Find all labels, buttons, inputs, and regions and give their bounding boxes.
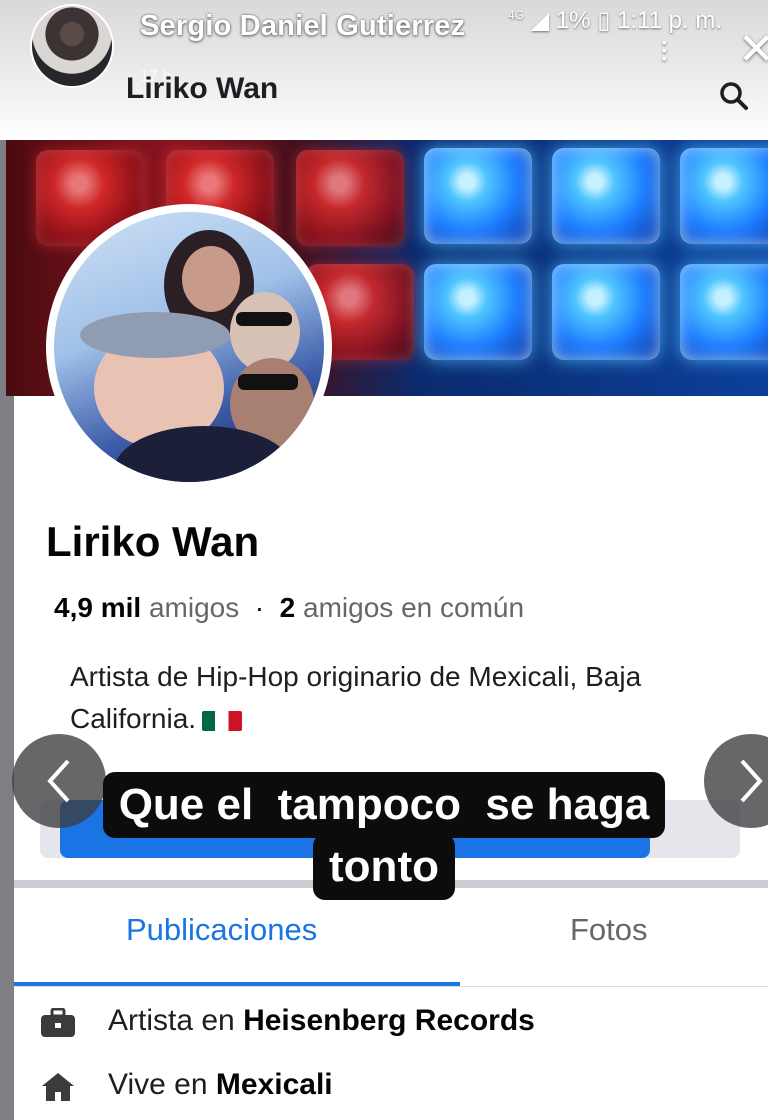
profile-name: Liriko Wan: [46, 518, 260, 565]
profile-photo-image: [54, 212, 324, 482]
detail-location-prefix: Vive en: [108, 1068, 208, 1101]
briefcase-icon: [41, 1008, 75, 1037]
signal-icon: ◢: [530, 7, 550, 34]
friends-count: 4,9 mil: [54, 592, 142, 623]
mexico-flag-icon: [202, 710, 243, 731]
cover-cube: [680, 264, 768, 360]
tab-publicaciones[interactable]: Publicaciones: [126, 912, 317, 948]
more-options-icon[interactable]: · · ·: [660, 32, 670, 72]
clock: 1:11 p. m.: [617, 7, 723, 34]
network-type: 4G: [508, 8, 525, 22]
story-author-name[interactable]: Sergio Daniel Gutierrez: [140, 10, 465, 43]
cover-cube: [552, 264, 660, 360]
battery-percent: 1%: [555, 7, 591, 34]
friends-summary[interactable]: 4,9 mil amigos · 2 amigos en común: [54, 592, 524, 624]
page-title: Liriko Wan: [126, 72, 279, 105]
tabs-divider: [14, 986, 768, 987]
bio-text: Artista de Hip-Hop originario de Mexical…: [70, 661, 642, 734]
battery-icon: ▯: [597, 7, 611, 34]
detail-work-prefix: Artista en: [108, 1004, 235, 1037]
detail-work-value: Heisenberg Records: [243, 1004, 535, 1037]
friends-label: amigos: [148, 592, 240, 623]
separator-dot: ·: [247, 592, 272, 623]
story-author-avatar[interactable]: [30, 4, 114, 88]
cover-cube: [424, 264, 532, 360]
profile-bio: Artista de Hip-Hop originario de Mexical…: [70, 656, 740, 740]
tab-fotos[interactable]: Fotos: [570, 912, 648, 948]
cover-cube: [552, 148, 660, 244]
cover-cube: [424, 148, 532, 244]
mutual-friends-label: amigos en común: [303, 592, 525, 623]
story-header: Sergio Daniel Gutierrez 17 h 4G ◢ 1% ▯ 1…: [0, 0, 768, 140]
profile-photo[interactable]: [46, 204, 332, 490]
home-icon: [42, 1073, 74, 1101]
status-bar: 4G ◢ 1% ▯ 1:11 p. m.: [508, 6, 722, 35]
cover-cube: [680, 148, 768, 244]
search-icon[interactable]: [718, 80, 750, 112]
mutual-friends-count: 2: [279, 592, 296, 623]
detail-location-value: Mexicali: [215, 1068, 333, 1101]
cover-cube: [296, 150, 404, 246]
story-caption: Que el tampoco se haga tonto: [0, 772, 768, 900]
caption-line-2: tonto: [313, 834, 455, 900]
close-icon[interactable]: ✕: [738, 28, 768, 72]
caption-line-1: Que el tampoco se haga: [102, 772, 666, 838]
